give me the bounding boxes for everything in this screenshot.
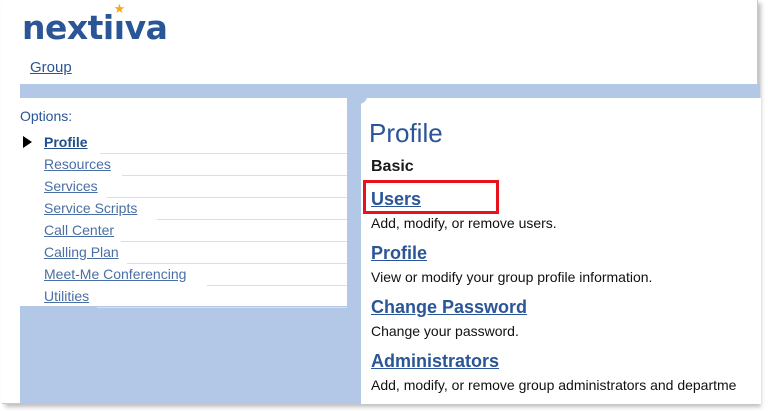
- logo-text-end: va: [124, 8, 168, 47]
- sidebar-item-calling-plan[interactable]: Calling Plan: [20, 242, 347, 264]
- change-password-description: Change your password.: [371, 323, 519, 339]
- page-title: Profile: [369, 118, 443, 148]
- sidebar-item-label[interactable]: Profile: [44, 134, 88, 150]
- options-label: Options:: [20, 108, 73, 124]
- options-menu: Profile Resources Services Service Scrip…: [20, 132, 347, 308]
- nextiva-logo: nextiı ★ va: [22, 3, 168, 47]
- logo-text: nexti: [22, 8, 114, 47]
- profile-description: View or modify your group profile inform…: [371, 269, 653, 285]
- divider: [97, 307, 347, 308]
- sidebar-item-services[interactable]: Services: [20, 176, 347, 198]
- sidebar-item-label[interactable]: Utilities: [44, 288, 89, 304]
- main-content: Profile Basic Users Add, modify, or remo…: [359, 96, 761, 404]
- star-icon: ★: [113, 2, 126, 17]
- sidebar-item-profile[interactable]: Profile: [20, 132, 347, 154]
- users-highlight-box: [363, 180, 499, 214]
- entry-profile: Profile View or modify your group profil…: [371, 243, 652, 285]
- sidebar-item-label[interactable]: Meet-Me Conferencing: [44, 266, 186, 282]
- group-link[interactable]: Group: [30, 59, 72, 76]
- profile-link[interactable]: Profile: [371, 243, 652, 264]
- logo-i: ı ★: [114, 3, 126, 47]
- panel-corner: [359, 96, 367, 104]
- sidebar-item-service-scripts[interactable]: Service Scripts: [20, 198, 347, 220]
- sidebar-item-label[interactable]: Services: [44, 178, 98, 194]
- entry-administrators: Administrators Add, modify, or remove gr…: [371, 351, 736, 393]
- administrators-link[interactable]: Administrators: [371, 351, 736, 372]
- change-password-link[interactable]: Change Password: [371, 297, 527, 318]
- options-sidebar: Options: Profile Resources Services Serv…: [20, 98, 347, 308]
- administrators-description: Add, modify, or remove group administrat…: [371, 377, 737, 393]
- sidebar-item-label[interactable]: Calling Plan: [44, 244, 119, 260]
- sidebar-item-call-center[interactable]: Call Center: [20, 220, 347, 242]
- sidebar-item-resources[interactable]: Resources: [20, 154, 347, 176]
- sidebar-item-utilities[interactable]: Utilities: [20, 286, 347, 308]
- users-description: Add, modify, or remove users.: [371, 215, 557, 231]
- sidebar-item-label[interactable]: Call Center: [44, 222, 114, 238]
- current-page-arrow-icon: [23, 136, 32, 148]
- sidebar-item-label[interactable]: Resources: [44, 156, 111, 172]
- section-heading-basic: Basic: [371, 158, 414, 175]
- sidebar-item-meet-me-conferencing[interactable]: Meet-Me Conferencing: [20, 264, 347, 286]
- sidebar-item-label[interactable]: Service Scripts: [44, 200, 137, 216]
- entry-change-password: Change Password Change your password.: [371, 297, 527, 339]
